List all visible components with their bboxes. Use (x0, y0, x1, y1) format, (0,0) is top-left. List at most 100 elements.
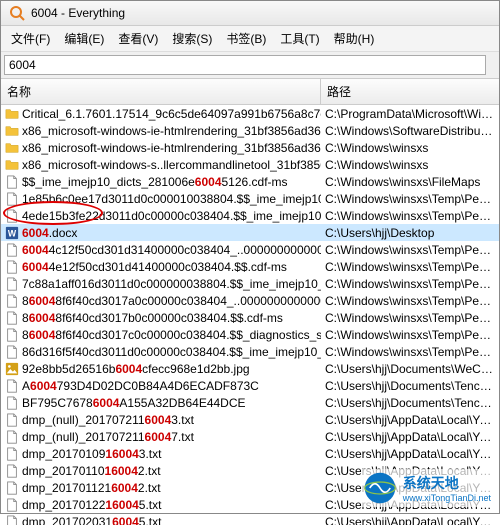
table-row[interactable]: W6004.docxC:\Users\hjj\Desktop (1, 224, 499, 241)
file-name-cell: BF795C76786004A155A32DB64E44DCE (1, 396, 321, 410)
table-row[interactable]: x86_microsoft-windows-s..llercommandline… (1, 156, 499, 173)
file-name-cell: dmp_20170110160042.txt (1, 464, 321, 478)
file-name-text: dmp_20170110160042.txt (22, 464, 161, 478)
menu-view[interactable]: 查看(V) (112, 28, 164, 49)
column-name[interactable]: 名称 (1, 79, 321, 104)
menu-edit[interactable]: 编辑(E) (58, 28, 110, 49)
file-name-cell: 86d316f5f40cd3011d0c00000c038404.$$_ime_… (1, 345, 321, 359)
file-name-text: $$_ime_imejp10_dicts_281006e60045126.cdf… (22, 175, 288, 189)
table-row[interactable]: dmp_20170203160045.txtC:\Users\hjj\AppDa… (1, 513, 499, 525)
file-name-text: 86d316f5f40cd3011d0c00000c038404.$$_ime_… (22, 345, 321, 359)
table-row[interactable]: 60044e12f50cd301d41400000c038404.$$.cdf-… (1, 258, 499, 275)
file-name-cell: dmp_(null)_20170721160043.txt (1, 413, 321, 427)
file-name-cell: dmp_20170112160042.txt (1, 481, 321, 495)
table-row[interactable]: 1e85b6c0ee17d3011d0c000010038804.$$_ime_… (1, 190, 499, 207)
search-input[interactable] (4, 55, 486, 75)
file-name-text: 860048f6f40cd3017c0c00000c038404.$$_diag… (22, 328, 321, 342)
file-name-text: x86_microsoft-windows-ie-htmlrendering_3… (22, 141, 321, 155)
file-name-text: 860048f6f40cd3017b0c00000c038404.$$.cdf-… (22, 311, 283, 325)
file-name-cell: A6004793D4D02DC0B84A4D6ECADF873C (1, 379, 321, 393)
table-row[interactable]: BF795C76786004A155A32DB64E44DCE C:\Users\… (1, 394, 499, 411)
menu-help[interactable]: 帮助(H) (328, 28, 381, 49)
file-path-cell: C:\Windows\winsxs\Temp\PendingRena (321, 192, 499, 206)
menu-bookmarks[interactable]: 书签(B) (220, 28, 272, 49)
file-name-cell: x86_microsoft-windows-ie-htmlrendering_3… (1, 124, 321, 138)
table-row[interactable]: x86_microsoft-windows-ie-htmlrendering_3… (1, 122, 499, 139)
file-name-cell: $$_ime_imejp10_dicts_281006e60045126.cdf… (1, 175, 321, 189)
file-path-cell: C:\Windows\winsxs\Temp\PendingRena (321, 209, 499, 223)
table-row[interactable]: $$_ime_imejp10_dicts_281006e60045126.cdf… (1, 173, 499, 190)
table-row[interactable]: 4ede15b3fe22d3011d0c00000c038404.$$_ime_… (1, 207, 499, 224)
table-row[interactable]: 860048f6f40cd3017b0c00000c038404.$$.cdf-… (1, 309, 499, 326)
file-path-cell: C:\Users\hjj\Documents\WeChat Files\h (321, 362, 499, 376)
file-path-cell: C:\Windows\winsxs (321, 158, 499, 172)
file-path-cell: C:\Users\hjj\Documents\Tencent Files\4 (321, 396, 499, 410)
file-path-cell: C:\Users\hjj\AppData\Local\Yodao\Des (321, 430, 499, 444)
file-name-cell: 7c88a1aff016d3011d0c000000038804.$$_ime_… (1, 277, 321, 291)
table-row[interactable]: 7c88a1aff016d3011d0c000000038804.$$_ime_… (1, 275, 499, 292)
table-row[interactable]: x86_microsoft-windows-ie-htmlrendering_3… (1, 139, 499, 156)
file-path-cell: C:\Windows\winsxs\Temp\PendingRena (321, 311, 499, 325)
file-name-text: dmp_(null)_20170721160047.txt (22, 430, 194, 444)
watermark-url: www.xiTongTianDi.net (403, 493, 491, 503)
file-path-cell: C:\Users\hjj\Desktop (321, 226, 499, 240)
file-name-cell: 1e85b6c0ee17d3011d0c000010038804.$$_ime_… (1, 192, 321, 206)
file-name-text: dmp_20170112160042.txt (22, 481, 161, 495)
table-row[interactable]: 60044c12f50cd301d31400000c038404_..00000… (1, 241, 499, 258)
file-name-cell: W6004.docx (1, 226, 321, 240)
file-name-text: x86_microsoft-windows-ie-htmlrendering_3… (22, 124, 321, 138)
file-name-cell: dmp_20170109160043.txt (1, 447, 321, 461)
file-name-cell: 60044e12f50cd301d41400000c038404.$$.cdf-… (1, 260, 321, 274)
file-name-cell: dmp_20170203160045.txt (1, 515, 321, 525)
file-path-cell: C:\Users\hjj\AppData\Local\Yodao\Des (321, 447, 499, 461)
file-name-text: 4ede15b3fe22d3011d0c00000c038404.$$_ime_… (22, 209, 321, 223)
table-row[interactable]: 92e8bb5d26516b6004cfecc968e1d2bb.jpg C:\U… (1, 360, 499, 377)
file-name-text: 92e8bb5d26516b6004cfecc968e1d2bb.jpg (22, 362, 250, 376)
file-path-cell: C:\Windows\winsxs\Temp\PendingRena (321, 260, 499, 274)
file-name-text: 1e85b6c0ee17d3011d0c000010038804.$$_ime_… (22, 192, 321, 206)
menu-tools[interactable]: 工具(T) (274, 28, 325, 49)
column-path[interactable]: 路径 (321, 79, 499, 104)
file-path-cell: C:\Users\hjj\AppData\Local\Yodao\Des (321, 515, 499, 525)
table-row[interactable]: 86d316f5f40cd3011d0c00000c038404.$$_ime_… (1, 343, 499, 360)
file-name-text: dmp_20170122160045.txt (22, 498, 161, 512)
file-path-cell: C:\Windows\winsxs\Temp\PendingRena (321, 243, 499, 257)
file-name-text: 7c88a1aff016d3011d0c000000038804.$$_ime_… (22, 277, 321, 291)
table-row[interactable]: A6004793D4D02DC0B84A4D6ECADF873CC:\Users… (1, 377, 499, 394)
app-icon (9, 5, 25, 21)
file-name-cell: 860048f6f40cd3017c0c00000c038404.$$_diag… (1, 328, 321, 342)
file-name-cell: 860048f6f40cd3017a0c00000c038404_..00000… (1, 294, 321, 308)
menu-search[interactable]: 搜索(S) (166, 28, 218, 49)
table-row[interactable]: dmp_(null)_20170721160047.txt C:\Users\hj… (1, 428, 499, 445)
table-row[interactable]: 860048f6f40cd3017c0c00000c038404.$$_diag… (1, 326, 499, 343)
menu-file[interactable]: 文件(F) (5, 28, 56, 49)
file-name-cell: dmp_20170122160045.txt (1, 498, 321, 512)
table-row[interactable]: dmp_(null)_20170721160043.txt C:\Users\hj… (1, 411, 499, 428)
table-row[interactable]: 860048f6f40cd3017a0c00000c038404_..00000… (1, 292, 499, 309)
file-path-cell: C:\Users\hjj\Documents\Tencent Files\4 (321, 379, 499, 393)
file-path-cell: C:\Windows\SoftwareDistribution\Dow (321, 124, 499, 138)
file-name-text: 60044c12f50cd301d31400000c038404_..00000… (22, 243, 321, 257)
results-list[interactable]: Critical_6.1.7601.17514_9c6c5de64097a991… (1, 105, 499, 525)
file-path-cell: C:\Windows\winsxs\Temp\PendingRena (321, 328, 499, 342)
file-name-cell: 92e8bb5d26516b6004cfecc968e1d2bb.jpg (1, 362, 321, 376)
watermark: 系统天地 www.xiTongTianDi.net (361, 469, 493, 507)
file-name-cell: x86_microsoft-windows-ie-htmlrendering_3… (1, 141, 321, 155)
file-path-cell: C:\Windows\winsxs\Temp\PendingRena (321, 277, 499, 291)
file-name-text: 60044e12f50cd301d41400000c038404.$$.cdf-… (22, 260, 287, 274)
file-name-text: dmp_20170109160043.txt (22, 447, 161, 461)
table-row[interactable]: dmp_20170109160043.txt C:\Users\hjj\AppDa… (1, 445, 499, 462)
file-name-text: Critical_6.1.7601.17514_9c6c5de64097a991… (22, 107, 321, 121)
file-name-text: BF795C76786004A155A32DB64E44DCE (22, 396, 246, 410)
file-path-cell: C:\Windows\winsxs\Temp\PendingRena (321, 294, 499, 308)
file-path-cell: C:\Windows\winsxs\Temp\PendingRena (321, 345, 499, 359)
watermark-title: 系统天地 (403, 473, 491, 493)
file-name-text: 860048f6f40cd3017a0c00000c038404_..00000… (22, 294, 321, 308)
file-name-text: dmp_(null)_20170721160043.txt (22, 413, 194, 427)
file-name-cell: x86_microsoft-windows-s..llercommandline… (1, 158, 321, 172)
file-name-cell: 4ede15b3fe22d3011d0c00000c038404.$$_ime_… (1, 209, 321, 223)
file-name-text: 6004.docx (22, 226, 77, 240)
file-path-cell: C:\Users\hjj\AppData\Local\Yodao\Des (321, 413, 499, 427)
file-path-cell: C:\ProgramData\Microsoft\Windows\ (321, 107, 499, 121)
table-row[interactable]: Critical_6.1.7601.17514_9c6c5de64097a991… (1, 105, 499, 122)
